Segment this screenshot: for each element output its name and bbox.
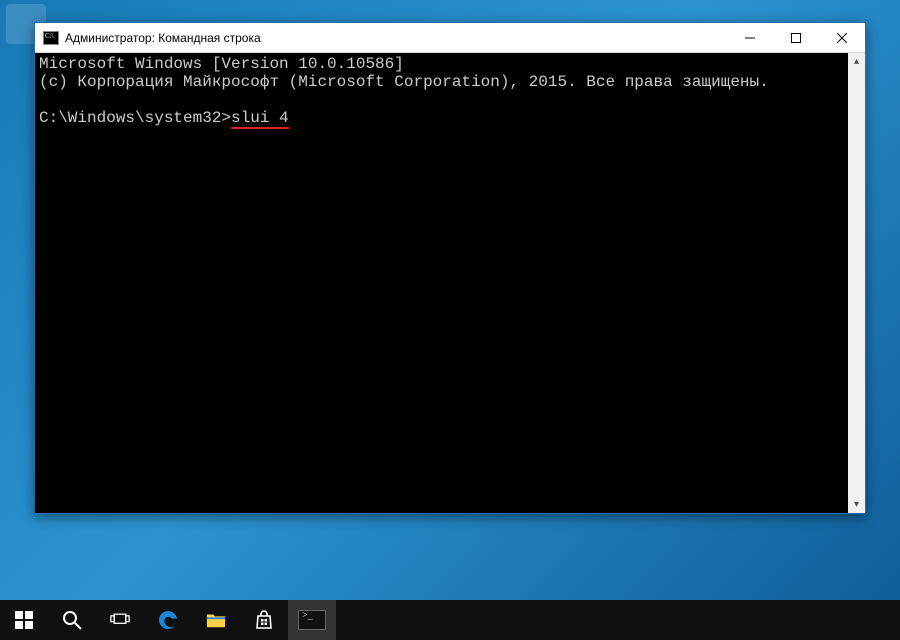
search-button[interactable] bbox=[48, 600, 96, 640]
console-line: (c) Корпорация Майкрософт (Microsoft Cor… bbox=[39, 73, 769, 91]
window-controls bbox=[727, 23, 865, 53]
cmd-taskbar-button[interactable] bbox=[288, 600, 336, 640]
window-title: Администратор: Командная строка bbox=[65, 31, 261, 45]
scroll-up-arrow[interactable]: ▴ bbox=[848, 53, 865, 70]
taskbar bbox=[0, 600, 900, 640]
cmd-icon bbox=[43, 31, 59, 45]
minimize-button[interactable] bbox=[727, 23, 773, 53]
console-frame: Microsoft Windows [Version 10.0.10586] (… bbox=[35, 53, 865, 513]
command-prompt-window: Администратор: Командная строка Microsof… bbox=[34, 22, 866, 514]
close-button[interactable] bbox=[819, 23, 865, 53]
prompt-path: C:\Windows\system32> bbox=[39, 109, 231, 127]
vertical-scrollbar[interactable]: ▴ ▾ bbox=[848, 53, 865, 513]
store-button[interactable] bbox=[240, 600, 288, 640]
edge-button[interactable] bbox=[144, 600, 192, 640]
console-output[interactable]: Microsoft Windows [Version 10.0.10586] (… bbox=[35, 53, 848, 513]
maximize-button[interactable] bbox=[773, 23, 819, 53]
start-button[interactable] bbox=[0, 600, 48, 640]
console-line: Microsoft Windows [Version 10.0.10586] bbox=[39, 55, 404, 73]
scroll-down-arrow[interactable]: ▾ bbox=[848, 496, 865, 513]
cmd-thumb-icon bbox=[298, 610, 326, 630]
taskview-button[interactable] bbox=[96, 600, 144, 640]
entered-command: slui 4 bbox=[231, 109, 289, 129]
file-explorer-button[interactable] bbox=[192, 600, 240, 640]
titlebar[interactable]: Администратор: Командная строка bbox=[35, 23, 865, 53]
